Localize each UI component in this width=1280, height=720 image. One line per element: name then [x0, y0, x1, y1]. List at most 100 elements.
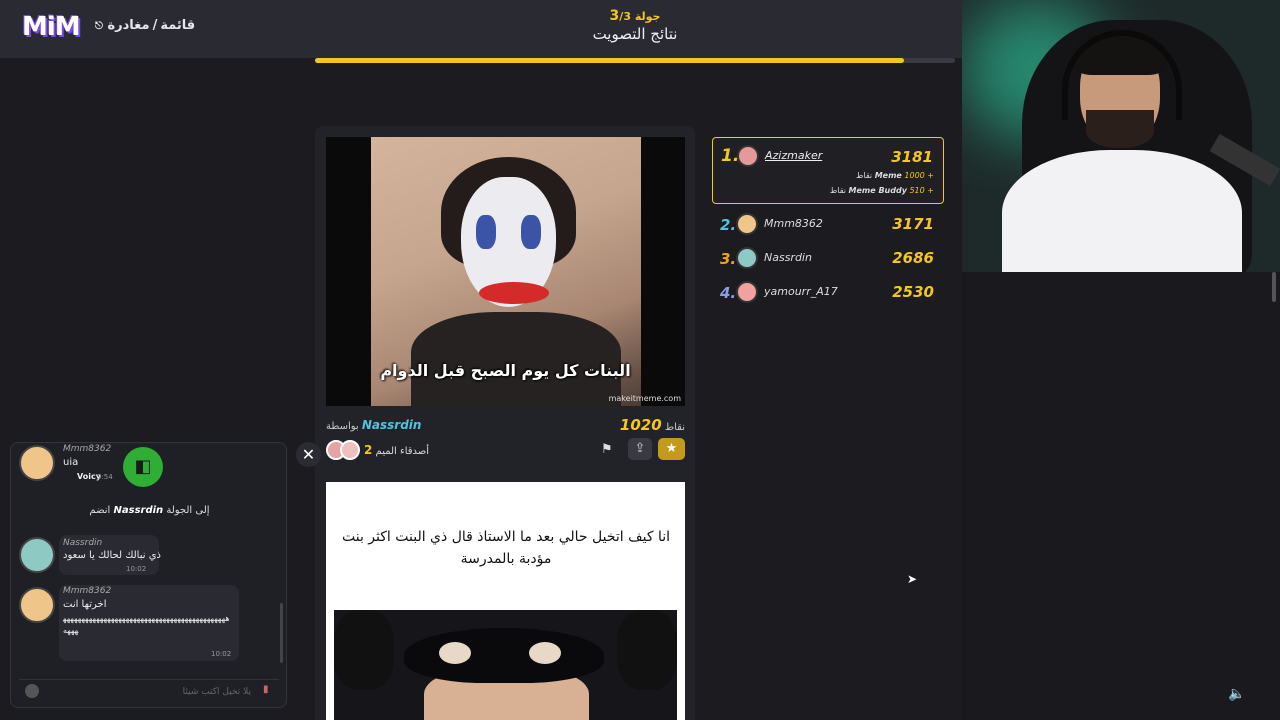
star-icon: ★	[665, 441, 678, 456]
webcam-overlay	[962, 0, 1280, 272]
emoji-icon[interactable]	[25, 684, 39, 698]
chat-message: ذي نبالك لحالك يا سعود	[63, 550, 161, 561]
menu-leave-link[interactable]: مغادرة	[107, 18, 149, 33]
by-label: بواسطة	[326, 421, 359, 432]
webcam-body	[1002, 150, 1242, 272]
bonus-meme-buddy: + 510 Meme Buddy نقاط	[830, 186, 934, 195]
join-prefix: إلى الجولة	[166, 505, 210, 516]
chat-time: 10:02	[126, 565, 147, 573]
meme-image-2	[334, 610, 677, 720]
page-scrollbar[interactable]	[1272, 272, 1276, 302]
exit-icon: ⎋	[95, 21, 103, 32]
meme-card-2[interactable]: انا كيف اتخيل حالي بعد ما الاستاذ قال ذي…	[326, 482, 685, 720]
chat-join-notice: إلى الجولة Nassrdin انضم	[11, 505, 286, 516]
chat-panel: Mmm8362 uia Voicy 9:54 ◧ إلى الجولة Nass…	[10, 442, 287, 708]
avatar	[736, 247, 758, 269]
round-prefix: جولة	[634, 10, 661, 23]
chat-message-body: هههههههههههههههههههههههههههههههههههههههه…	[63, 614, 230, 635]
bonus-unit: نقاط	[829, 186, 846, 195]
round-label: جولة 3/3	[560, 8, 710, 24]
meme-points: نقاط 1020	[620, 416, 685, 434]
points-value: 1020	[619, 416, 662, 434]
leaderboard-rank: 3.	[720, 250, 737, 268]
meme2-hand-left	[334, 610, 394, 690]
chat-message: uia	[63, 457, 79, 468]
voice-play-icon[interactable]: ◧	[123, 447, 163, 487]
chat-author: Mmm8362	[63, 586, 112, 596]
menu-list-link[interactable]: قائمة	[160, 18, 195, 33]
avatar	[19, 537, 55, 573]
leaderboard-row: 2. Mmm8362 3171	[712, 206, 944, 240]
bonus-meme: + 1000 Meme نقاط	[856, 171, 934, 180]
leaderboard-first: 1. Azizmaker 3181 + 1000 Meme نقاط + 510…	[712, 137, 944, 204]
menu-links: قائمة/مغادرة ⎋	[95, 18, 195, 33]
bonus-label: Meme Buddy	[848, 186, 907, 195]
leaderboard: 1. Azizmaker 3181 + 1000 Meme نقاط + 510…	[712, 137, 944, 308]
leaderboard-row: 3. Nassrdin 2686	[712, 240, 944, 274]
meme-card-1[interactable]: البنات كل يوم الصبح قبل الدوام makeitmem…	[326, 137, 685, 406]
buddy-label: أصدقاء الميم	[375, 446, 430, 457]
meme-lips	[479, 282, 549, 304]
leaderboard-score: 2686	[892, 249, 934, 267]
join-name: Nassrdin	[113, 505, 164, 516]
microphone-icon[interactable]: ▮	[263, 684, 275, 698]
round-progress-fill	[315, 58, 904, 63]
round-total: /3	[619, 10, 631, 23]
leaderboard-score: 3181	[891, 148, 933, 166]
round-progress-bar	[315, 58, 955, 63]
leaderboard-name[interactable]: Mmm8362	[764, 217, 823, 230]
join-suffix: انضم	[89, 505, 111, 516]
meme-watermark: makeitmeme.com	[608, 394, 681, 403]
chat-scrollbar[interactable]	[280, 603, 283, 663]
menu-separator: /	[152, 18, 158, 33]
meme2-mask	[404, 628, 604, 683]
share-button[interactable]: ⇪	[628, 438, 652, 460]
leaderboard-name[interactable]: Nassrdin	[764, 251, 812, 264]
meme-author: بواسطة Nassrdin	[326, 418, 421, 432]
top-bar: MiM قائمة/مغادرة ⎋ جولة 3/3 نتائج التصوي…	[0, 0, 962, 58]
leaderboard-score: 2530	[892, 283, 934, 301]
meme2-hand-right	[617, 610, 677, 690]
author-name[interactable]: Nassrdin	[362, 418, 422, 432]
meme-eye-left	[476, 215, 496, 249]
avatar	[736, 213, 758, 235]
bonus-value: + 510	[909, 186, 934, 195]
close-chat-button[interactable]: ✕	[296, 442, 321, 467]
bonus-value: + 1000	[904, 171, 934, 180]
meme-text-2: انا كيف اتخيل حالي بعد ما الاستاذ قال ذي…	[341, 529, 671, 567]
avatar	[737, 145, 759, 167]
leaderboard-rank: 4.	[720, 284, 737, 302]
speaker-icon[interactable]: 🔈	[1228, 686, 1246, 702]
favorite-button[interactable]: ★	[658, 438, 685, 460]
leaderboard-row: 4. yamourr_A17 2530	[712, 274, 944, 308]
avatar	[736, 281, 758, 303]
bonus-label: Meme	[874, 171, 902, 180]
avatar	[19, 587, 55, 623]
report-flag-icon[interactable]: ⚑	[601, 442, 613, 457]
share-icon: ⇪	[634, 441, 646, 456]
meme-eye-right	[521, 215, 541, 249]
points-label: نقاط	[664, 422, 685, 433]
chat-message: اخرتها انت	[63, 599, 107, 610]
chat-input[interactable]	[51, 684, 251, 700]
round-current: 3	[609, 8, 620, 24]
buddy-text: 2 أصدقاء الميم	[364, 443, 429, 457]
leaderboard-name[interactable]: yamourr_A17	[764, 285, 838, 298]
leaderboard-name[interactable]: Azizmaker	[765, 149, 822, 162]
leaderboard-score: 3171	[892, 215, 934, 233]
right-side-panel	[962, 272, 1280, 720]
app-logo[interactable]: MiM	[22, 12, 81, 42]
meme-caption-1: البنات كل يوم الصبح قبل الدوام	[380, 361, 631, 380]
round-indicator: جولة 3/3 نتائج التصويت	[560, 8, 710, 43]
mouse-cursor-icon: ➤	[907, 572, 918, 586]
buddy-count: 2	[364, 443, 373, 457]
avatar	[19, 445, 55, 481]
meme2-eye-right	[529, 642, 561, 664]
leaderboard-rank: 2.	[720, 216, 737, 234]
chat-time: 9:54	[97, 473, 113, 481]
meme-shirt	[411, 312, 621, 406]
close-icon: ✕	[301, 445, 316, 464]
page-title: نتائج التصويت	[592, 25, 678, 43]
chat-author: Nassrdin	[63, 538, 103, 548]
meme-meta-row: نقاط 1020 بواسطة Nassrdin	[326, 416, 685, 434]
